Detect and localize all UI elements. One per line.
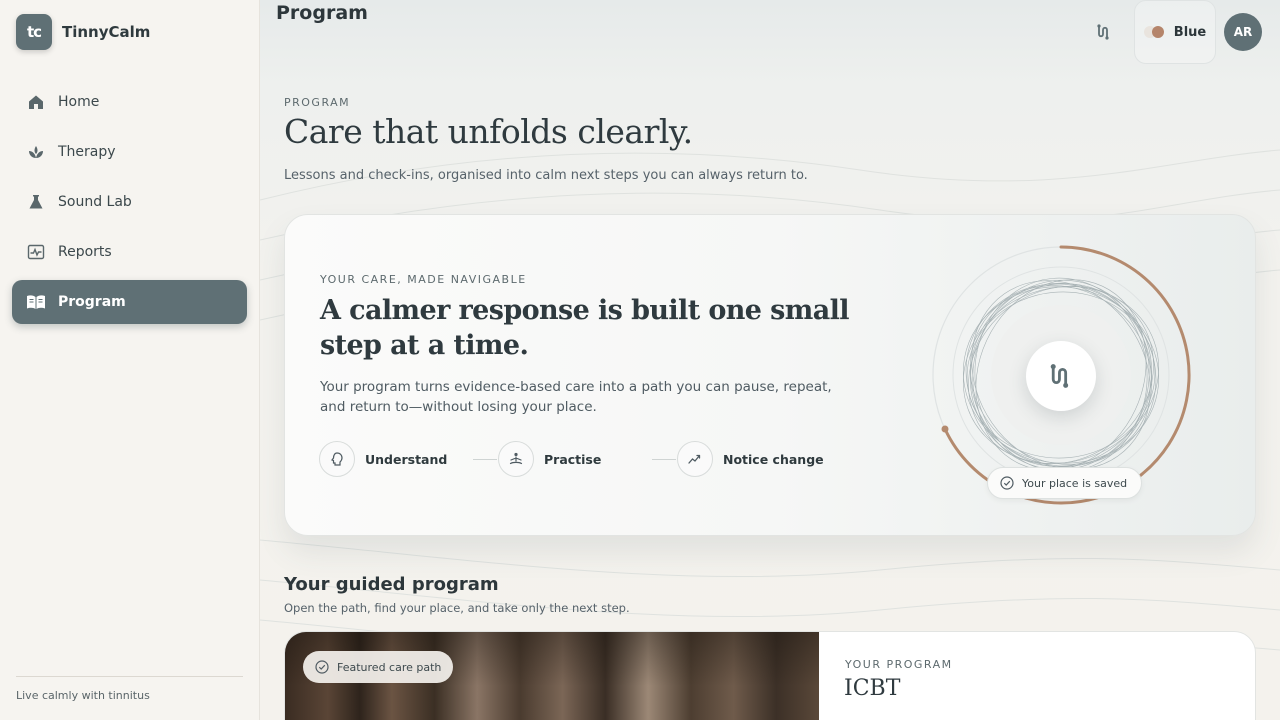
- sidebar-item-label: Therapy: [58, 144, 116, 160]
- care-card: YOUR CARE, MADE NAVIGABLE A calmer respo…: [284, 214, 1256, 536]
- path-icon: [1050, 364, 1069, 388]
- main-content: Program Blue AR PROGRAM Care that unfold…: [260, 0, 1280, 720]
- brand-name: TinnyCalm: [62, 23, 151, 41]
- check-circle-icon: [315, 660, 329, 674]
- sidebar-item-reports[interactable]: Reports: [12, 230, 247, 274]
- step-label: Notice change: [723, 451, 824, 467]
- avatar[interactable]: AR: [1224, 13, 1262, 51]
- program-name: ICBT: [844, 676, 901, 701]
- care-card-body: Your program turns evidence-based care i…: [320, 379, 832, 415]
- path-icon-button[interactable]: [1090, 20, 1118, 44]
- theme-swatch-icon: [1143, 26, 1166, 38]
- sidebar-item-program[interactable]: Program: [12, 280, 247, 324]
- care-card-eyebrow: YOUR CARE, MADE NAVIGABLE: [320, 273, 527, 286]
- saved-status-pill: Your place is saved: [987, 467, 1143, 499]
- care-steps: Understand Practise Notice change: [319, 441, 839, 481]
- step-label: Practise: [544, 451, 602, 467]
- featured-label: Featured care path: [337, 660, 442, 674]
- path-icon: [1097, 24, 1109, 40]
- step-understand: Understand: [319, 441, 447, 477]
- hero-subtitle: Lessons and check-ins, organised into ca…: [284, 168, 808, 183]
- step-label: Understand: [365, 451, 448, 467]
- hero-eyebrow: PROGRAM: [284, 96, 351, 109]
- page-title: Program: [276, 2, 368, 24]
- brand-logo: tc: [16, 14, 52, 50]
- care-card-title: A calmer response is built one small ste…: [320, 295, 850, 361]
- step-divider: [473, 459, 497, 460]
- sidebar-item-label: Reports: [58, 244, 112, 260]
- path-center-button[interactable]: [1026, 341, 1096, 411]
- head-icon: [319, 441, 355, 477]
- featured-badge: Featured care path: [303, 651, 454, 683]
- guided-section-title: Your guided program: [284, 574, 499, 595]
- guided-section-subtitle: Open the path, find your place, and take…: [284, 601, 630, 615]
- step-notice-change: Notice change: [677, 441, 824, 477]
- sidebar-item-therapy[interactable]: Therapy: [12, 130, 247, 174]
- meditation-icon: [498, 441, 534, 477]
- step-divider: [652, 459, 676, 460]
- hero-title: Care that unfolds clearly.: [284, 112, 693, 151]
- sidebar-item-label: Program: [58, 294, 126, 310]
- sidebar-item-home[interactable]: Home: [12, 80, 247, 124]
- topbar: Program Blue AR: [260, 0, 1280, 64]
- sidebar: tc TinnyCalm Home Therapy Sound Lab Repo…: [0, 0, 260, 720]
- sidebar-footer: Live calmly with tinnitus: [16, 676, 243, 702]
- brand[interactable]: tc TinnyCalm: [16, 14, 150, 50]
- lotus-icon: [26, 142, 46, 162]
- program-eyebrow: YOUR PROGRAM: [845, 658, 953, 671]
- flask-icon: [26, 192, 46, 212]
- sidebar-item-sound-lab[interactable]: Sound Lab: [12, 180, 247, 224]
- sidebar-nav: Home Therapy Sound Lab Reports Program: [12, 80, 247, 330]
- chart-icon: [26, 242, 46, 262]
- home-icon: [26, 92, 46, 112]
- check-circle-icon: [1000, 476, 1014, 490]
- book-icon: [26, 292, 46, 312]
- step-practise: Practise: [498, 441, 601, 477]
- saved-status-label: Your place is saved: [1022, 476, 1128, 490]
- program-card[interactable]: Featured care path YOUR PROGRAM ICBT: [284, 631, 1256, 720]
- trend-icon: [677, 441, 713, 477]
- theme-switcher[interactable]: Blue: [1134, 0, 1216, 64]
- sidebar-item-label: Sound Lab: [58, 194, 132, 210]
- sidebar-item-label: Home: [58, 94, 100, 110]
- theme-label: Blue: [1173, 24, 1207, 40]
